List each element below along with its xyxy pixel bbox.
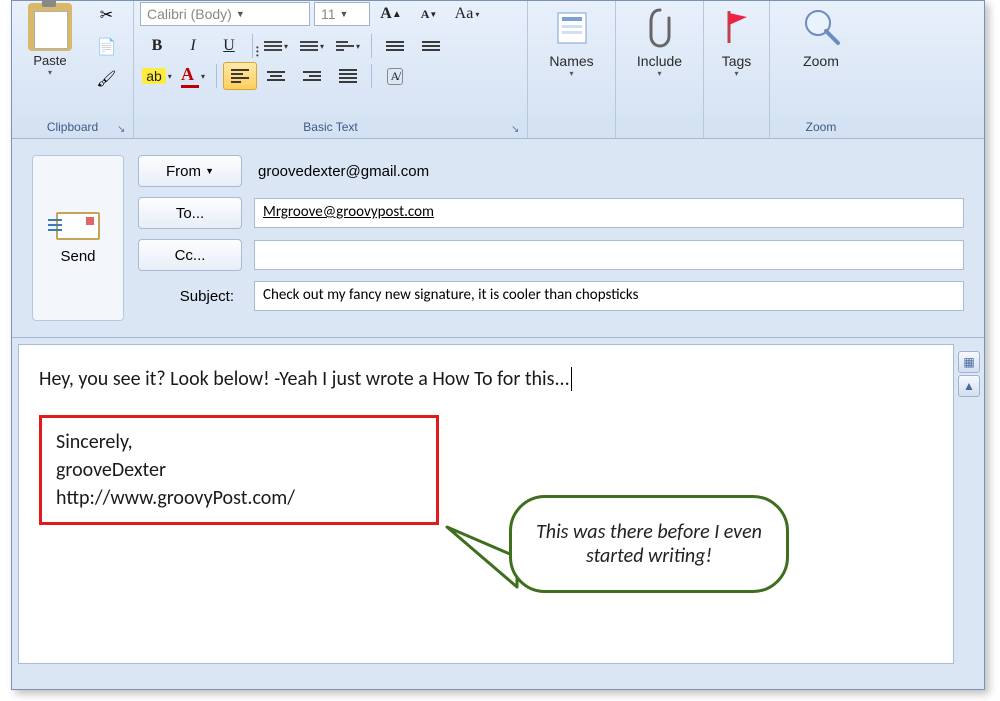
increase-indent-button[interactable] [414,32,448,60]
shrink-font-button[interactable]: A▼ [412,0,446,28]
group-label: Basic Text [134,120,527,138]
address-book-icon [551,5,593,49]
from-button[interactable]: From ▼ [138,155,242,187]
tags-label: Tags [722,53,752,69]
header-fields: From ▼ groovedexter@gmail.com To... Mrgr… [138,155,964,321]
names-label: Names [549,53,593,69]
body-line-1: Hey, you see it? Look below! -Yeah I jus… [39,367,572,391]
signature-line-3: http://www.groovyPost.com/ [56,484,422,512]
compose-header: Send From ▼ groovedexter@gmail.com To...… [12,139,984,338]
justify-button[interactable] [331,62,365,90]
align-left-button[interactable] [223,62,257,90]
zoom-btn-label: Zoom [803,53,839,69]
bullets-button[interactable]: ▾ [259,32,293,60]
paperclip-icon [639,5,681,49]
underline-button[interactable]: U [212,32,246,60]
to-button[interactable]: To... [138,197,242,229]
align-right-button[interactable] [295,62,329,90]
italic-button[interactable]: I [176,32,210,60]
format-painter-button[interactable]: 🖌 [92,67,120,91]
annotation-callout: This was there before I even started wri… [509,495,789,593]
decrease-indent-button[interactable] [378,32,412,60]
ruler-toggle-icon[interactable]: ▦ [958,351,980,373]
numbering-button[interactable]: ▾ [295,32,329,60]
group-zoom: Zoom Zoom [770,1,872,138]
send-label: Send [60,248,95,265]
cc-button[interactable]: Cc... [138,239,242,271]
font-size-value: 11 [321,6,336,22]
copy-button[interactable]: 📄 [92,35,120,59]
font-color-button[interactable]: A▾ [176,62,210,90]
clipboard-icon [28,3,72,51]
signature-line-1: Sincerely, [56,428,422,456]
font-size-combo[interactable]: 11▼ [314,2,370,26]
magnifier-icon [800,5,842,49]
align-center-button[interactable] [259,62,293,90]
zoom-button[interactable]: Zoom [776,3,866,69]
vertical-scroll-strip: ▦ ▲ [958,351,982,397]
highlight-button[interactable]: ab▾ [140,62,174,90]
tags-button[interactable]: Tags ▾ [710,3,763,78]
callout-text: This was there before I even started wri… [536,520,762,568]
to-input[interactable]: Mrgroove@groovypost.com [254,198,964,228]
scroll-up-button[interactable]: ▲ [958,375,980,397]
font-name-value: Calibri (Body) [147,6,232,22]
cc-input[interactable] [254,240,964,270]
message-body[interactable]: Hey, you see it? Look below! -Yeah I jus… [18,344,954,664]
send-button[interactable]: Send [32,155,124,321]
change-case-button[interactable]: Aa▾ [450,0,484,28]
from-value: groovedexter@gmail.com [254,163,964,180]
dropdown-icon: ▾ [622,69,697,78]
dropdown-icon: ▾ [534,69,609,78]
names-button[interactable]: Names ▾ [534,3,609,78]
multilevel-list-button[interactable]: ▾ [331,32,365,60]
subject-label: Subject: [138,288,242,305]
signature-highlight-box: Sincerely, grooveDexter http://www.groov… [39,415,439,525]
subject-input[interactable]: Check out my fancy new signature, it is … [254,281,964,311]
signature-line-2: grooveDexter [56,456,422,484]
group-basic-text: Calibri (Body)▼ 11▼ A▲ A▼ Aa▾ B I U ▾ ▾ … [134,1,528,138]
group-label: Zoom [770,120,872,138]
paste-label: Paste [33,53,66,68]
flag-icon [716,5,758,49]
grow-font-button[interactable]: A▲ [374,0,408,28]
group-names: Names ▾ [528,1,616,138]
group-label: Clipboard [12,120,133,138]
include-label: Include [637,53,682,69]
bold-button[interactable]: B [140,32,174,60]
include-button[interactable]: Include ▾ [622,3,697,78]
clear-formatting-button[interactable]: A̸ [378,62,412,90]
ribbon: Paste ▾ ✂ 📄 🖌 Clipboard ↘ Calibri (Body)… [12,1,984,139]
dialog-launcher-icon[interactable]: ↘ [511,124,525,138]
cut-button[interactable]: ✂ [92,3,120,27]
font-name-combo[interactable]: Calibri (Body)▼ [140,2,310,26]
group-tags: Tags ▾ [704,1,770,138]
dropdown-icon: ▾ [710,69,763,78]
group-clipboard: Paste ▾ ✂ 📄 🖌 Clipboard ↘ [12,1,134,138]
dialog-launcher-icon[interactable]: ↘ [117,124,131,138]
outlook-compose-window: Paste ▾ ✂ 📄 🖌 Clipboard ↘ Calibri (Body)… [11,0,985,690]
paste-button[interactable]: Paste ▾ [18,3,82,77]
dropdown-icon: ▾ [18,68,82,77]
envelope-icon [56,212,100,240]
group-include: Include ▾ [616,1,704,138]
